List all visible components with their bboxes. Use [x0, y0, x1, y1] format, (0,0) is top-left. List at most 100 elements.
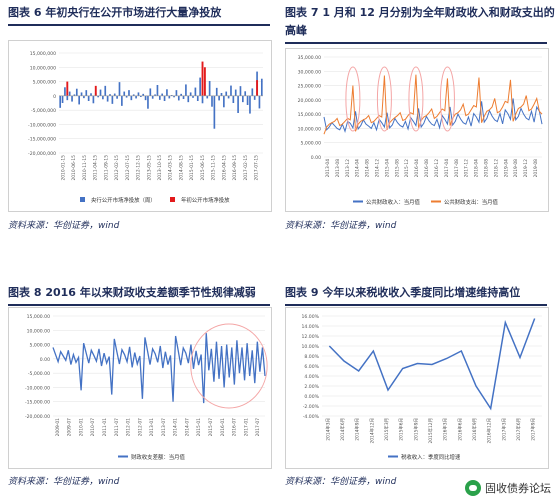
chart2-xtick-label: 2016-08 [424, 159, 430, 178]
chart2-ytick-label: 0.00 [311, 155, 321, 161]
chart2-ytick-label: 10,000.00 [298, 126, 321, 132]
chart1-bar [80, 92, 83, 96]
chart1-bar [111, 95, 114, 104]
chart1-bar [251, 88, 254, 96]
chart1-bar [201, 95, 204, 104]
chart1-legend-swatch [80, 197, 85, 202]
chart2-title-line1: 图表 7 1 月和 12 月分别为全年财政收入和财政支出的 [285, 6, 555, 19]
chart1-svg: 15,000,000 10,000,000 5,000,000 0 -5,000,000… [28, 51, 263, 204]
chart3-xtick-label: 2015-07 [208, 418, 214, 437]
chart2-xtick-label: 2017-08 [454, 159, 460, 178]
chart1-xtick-label: 2015-01-15 [189, 155, 195, 181]
chart1-red-bar [203, 67, 206, 96]
chart1-bar [213, 95, 216, 129]
chart2-xtick-label: 2019-04 [503, 159, 509, 178]
chart2-xtick-label: 2013-12 [345, 159, 351, 178]
chart3-legend-label: 财政收支差额：当月值 [131, 453, 186, 461]
chart1-ytick-label: 15,000,000 [30, 51, 56, 57]
chart2-ytick-label: 35,000.00 [298, 55, 321, 61]
chart1-bar [61, 95, 64, 103]
chart2-xtick-label: 2015-12 [404, 159, 410, 178]
chart1-bar [59, 95, 62, 108]
chart1-bar [199, 77, 201, 96]
chart1-xtick-label: 2014-08-15 [178, 155, 184, 181]
chart1-xtick-label: 2010-01-15 [60, 155, 66, 181]
chart3-xtick-label: 2017-01 [243, 418, 249, 437]
chart4-ytick-label: 14.00% [301, 324, 319, 330]
chart1-bar [215, 87, 218, 96]
chart1-bar [163, 95, 166, 101]
chart1-bar [244, 91, 247, 96]
chart3-xtick-label: 2015-01 [196, 418, 202, 437]
chart4-frame: 16.00% 14.00% 12.00% 10.00% 8.00% 6.00% 4.00% 2… [285, 307, 549, 469]
chart1-bar [90, 93, 92, 96]
chart1-legend-label: 年初公开市场净投放 [181, 196, 230, 204]
chart1-ytick-label: 5,000,000 [33, 80, 56, 86]
chart1-bar [194, 87, 197, 96]
watermark-text: 固收债券论坛 [485, 482, 551, 495]
chart2-xtick-label: 2019-12 [523, 159, 529, 178]
chart3-xtick-label: 2011-01 [102, 418, 108, 437]
chart1-ytick-label: -20,000,000 [28, 151, 56, 157]
chart4-xtick-label: 2014年3月 [324, 418, 331, 441]
chart1-bar [227, 95, 230, 99]
chart1-bar [106, 95, 109, 102]
chart1-xtick-label: 2011-04-15 [93, 155, 99, 181]
chart1-bar [166, 89, 168, 96]
chart2-xtick-label: 2013-08 [335, 159, 341, 178]
chart2-xtick-label: 2019-08 [533, 159, 539, 178]
chart1-title-rule [8, 24, 270, 26]
chart2-svg: 35,000.00 30,000.00 25,000.00 20,000.00 15,0… [298, 55, 543, 206]
chart1-bar [232, 95, 235, 103]
chart2-title-rule [285, 42, 547, 44]
chart1-ytick-label: 0 [53, 94, 56, 100]
chart4-xtick-label: 2014年12月 [368, 418, 375, 444]
chart1-bar [92, 95, 95, 104]
chart1-bar [242, 95, 244, 103]
chart1-bar [260, 78, 263, 96]
chart2-xtick-label: 2018-08 [484, 159, 490, 178]
chart1-xtick-label: 2012-02-15 [114, 155, 120, 181]
chart3-line-balance [52, 333, 266, 404]
chart1-red-bar [201, 61, 204, 96]
chart1-red-bar [94, 85, 97, 96]
chart4-xtick-label: 2015年6月 [398, 418, 405, 441]
chart2-xtick-label: 2019-08 [513, 159, 519, 178]
chart1-bar [147, 95, 149, 109]
chart1-xtick-label: 2011-09-15 [103, 155, 109, 181]
chart3-title: 图表 8 2016 年以来财政收支差额季节性规律减弱 [8, 286, 256, 299]
chart1-bar [135, 95, 137, 99]
chart1-bar [99, 89, 102, 96]
chart4-ytick-label: -4.00% [303, 414, 320, 420]
chart2-xtick-label: 2013-04 [325, 159, 331, 178]
chart3-xtick-label: 2009-01 [55, 418, 61, 437]
chart4-source: 资料来源：华创证券，wind [285, 477, 397, 487]
chart1-ytick-label: -5,000,000 [31, 108, 56, 114]
chart3-xtick-label: 2014-01 [173, 418, 179, 437]
chart3-source: 资料来源：华创证券，wind [8, 477, 120, 487]
chart1-bar [66, 95, 69, 101]
chart1-bar [237, 95, 239, 113]
chart2-ytick-label: 30,000.00 [298, 69, 321, 75]
chart3-ytick-label: -5,000.00 [28, 371, 50, 377]
chart1-bar [220, 93, 223, 96]
chart1-bar [118, 82, 121, 96]
chart3-ytick-label: 0.00 [40, 357, 50, 363]
chart2-ytick-label: 20,000.00 [298, 98, 321, 104]
chart2-highlight-ellipse [345, 66, 361, 132]
chart1-bar [246, 95, 249, 105]
chart4-xtick-label: 2015年9月 [412, 418, 419, 441]
chart1-bar [239, 86, 242, 96]
chart1-bar [104, 85, 107, 96]
chart1-bar [71, 95, 73, 102]
chart2-source: 资料来源：华创证券，wind [285, 221, 397, 231]
chart4-ytick-label: 4.00% [304, 374, 319, 380]
chart4-xtick-label: 2016年12月 [486, 418, 493, 444]
chart1-bar [187, 95, 190, 103]
chart3-xtick-label: 2011-07 [114, 418, 120, 437]
chart3-xtick-label: 2013-07 [161, 418, 167, 437]
chart1-bar [68, 91, 71, 96]
chart3-xtick-label: 2012-07 [137, 418, 143, 437]
chart1-xtick-label: 2015-06-15 [200, 155, 206, 181]
chart1-xtick-label: 2016-04-15 [221, 155, 227, 181]
